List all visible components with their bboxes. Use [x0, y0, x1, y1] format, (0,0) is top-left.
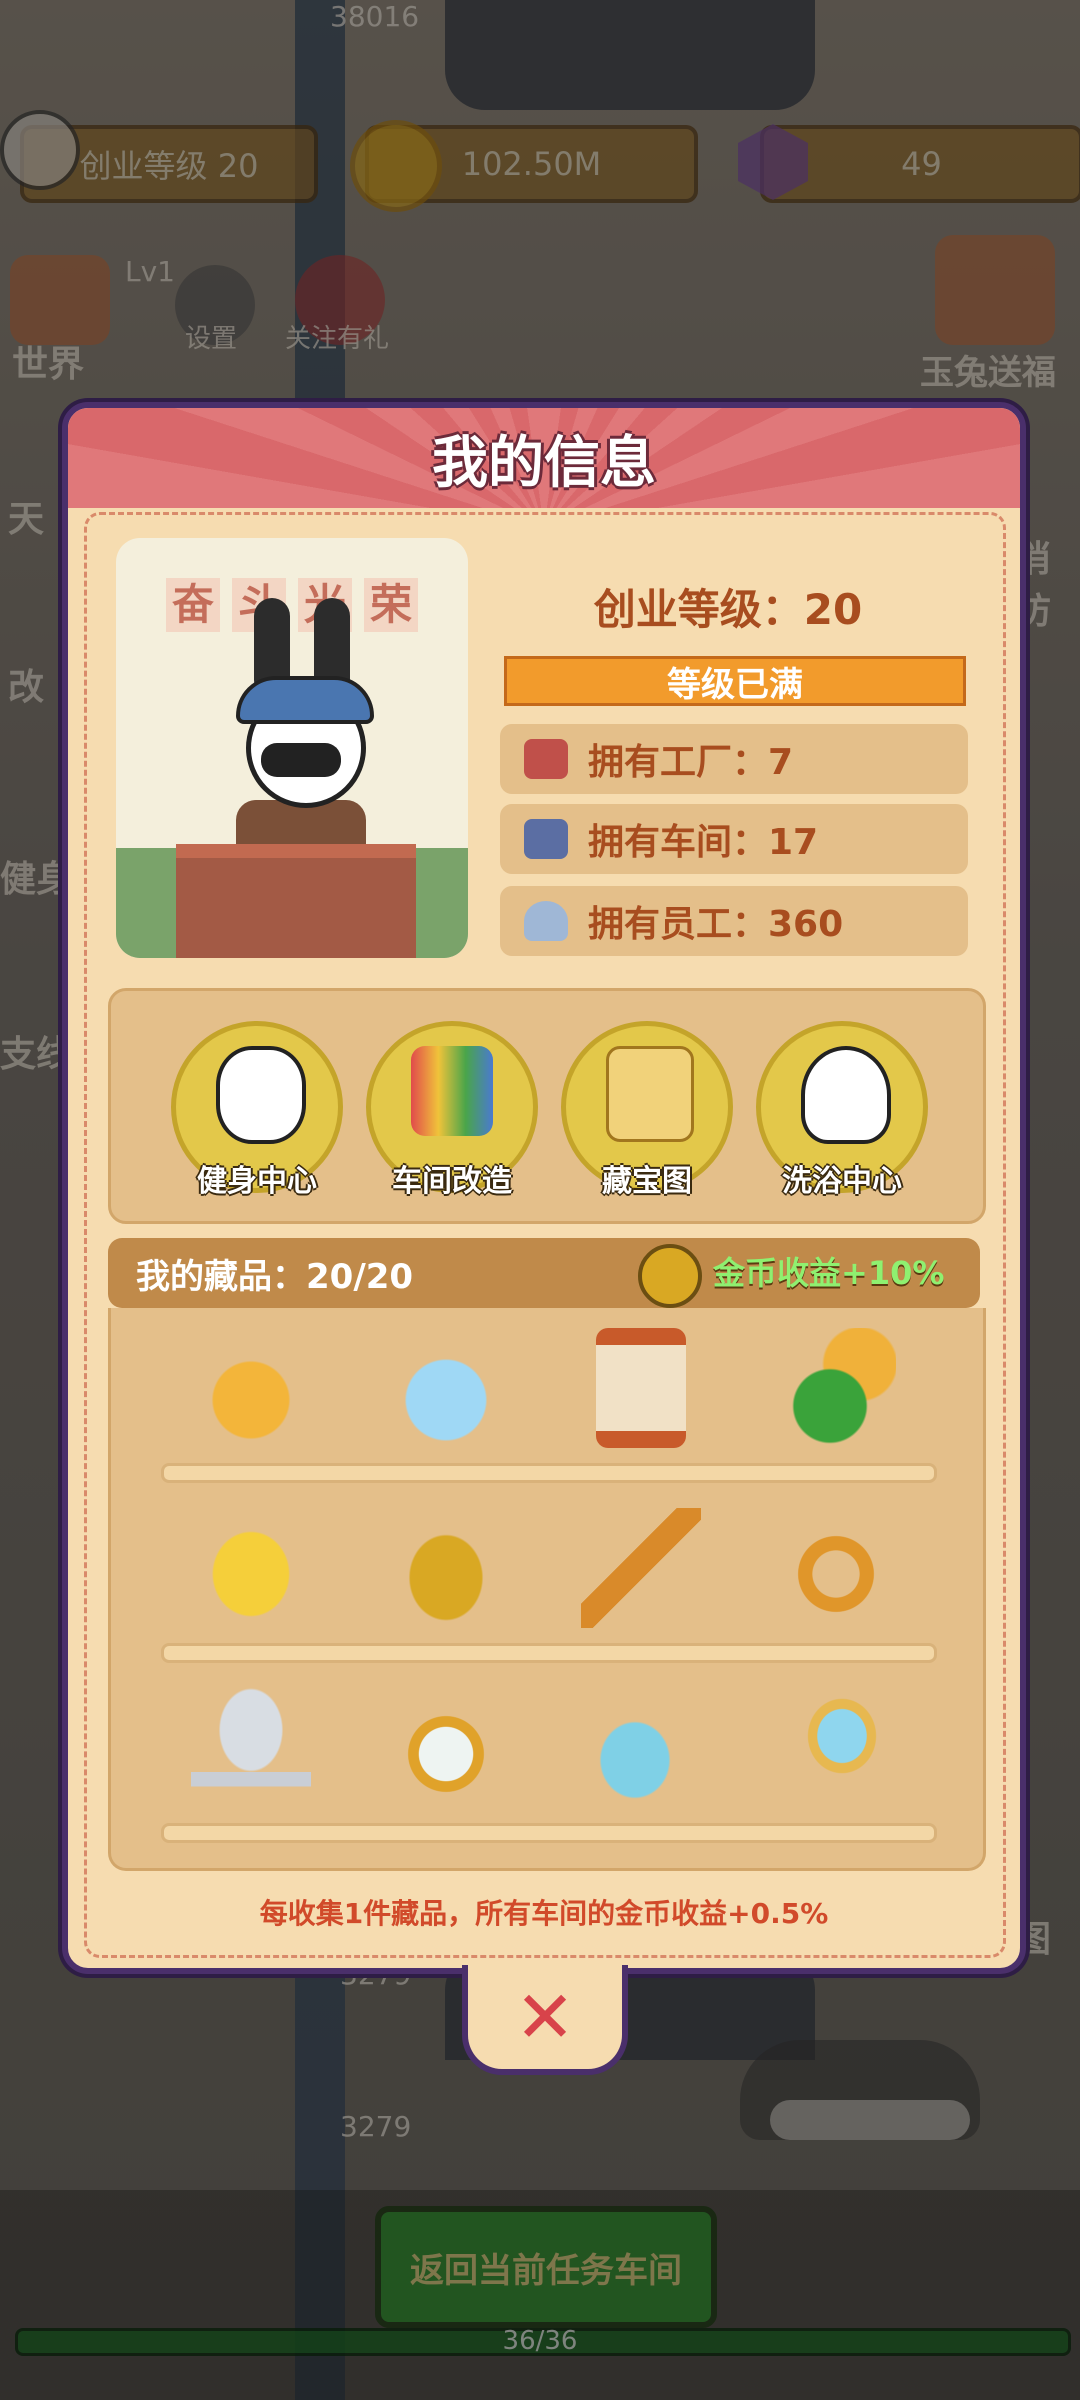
- close-button[interactable]: ✕: [462, 1965, 628, 2075]
- collection-shelf: [161, 1463, 937, 1483]
- hand-mirror-icon[interactable]: [776, 1688, 896, 1808]
- banner-char: 荣: [364, 578, 418, 632]
- my-info-dialog: 我的信息 奋 斗 光 荣 创业等级：20 等级已满 拥有工厂：7 拥有车间：17…: [62, 402, 1026, 1974]
- collection-footnote: 每收集1件藏品，所有车间的金币收益+0.5%: [259, 1897, 829, 1930]
- staff-icon: [524, 901, 568, 941]
- message-bottle-icon[interactable]: [581, 1688, 701, 1808]
- silver-trophy-icon[interactable]: [191, 1688, 311, 1808]
- feature-label: 藏宝图: [602, 1164, 692, 1199]
- stat-staff: 拥有员工：360: [500, 886, 968, 956]
- dialog-header: 我的信息: [68, 408, 1020, 508]
- dialog-title: 我的信息: [432, 430, 656, 496]
- feature-treasure-map[interactable]: 藏宝图: [561, 1021, 733, 1199]
- banner-char: 奋: [166, 578, 220, 632]
- pocket-watch-icon[interactable]: [386, 1688, 506, 1808]
- feature-label: 洗浴中心: [782, 1164, 902, 1199]
- collection-grid: [108, 1308, 986, 1871]
- hourglass-icon[interactable]: [596, 1328, 686, 1448]
- close-icon: ✕: [514, 1975, 576, 2059]
- coin-icon: [638, 1244, 702, 1308]
- collection-header: 我的藏品：20/20 金币收益+10%: [108, 1238, 980, 1308]
- player-portrait: 奋 斗 光 荣: [116, 538, 468, 958]
- stat-workshops-label: 拥有车间：17: [588, 822, 819, 863]
- treasure-map-icon: [606, 1046, 694, 1142]
- fitness-rabbit-icon: [216, 1046, 306, 1144]
- stat-staff-label: 拥有员工：360: [588, 904, 844, 945]
- feature-label: 车间改造: [392, 1164, 512, 1199]
- feature-panel: 健身中心 车间改造 藏宝图 洗浴中心: [108, 988, 986, 1224]
- paint-roller-icon: [411, 1046, 493, 1136]
- business-level-text: 创业等级：20: [593, 585, 863, 634]
- portrait-banner: 奋 斗 光 荣: [116, 578, 468, 632]
- feature-bath-center[interactable]: 洗浴中心: [756, 1021, 928, 1199]
- workshop-icon: [524, 819, 568, 859]
- golden-egg-icon[interactable]: [191, 1508, 311, 1628]
- rabbit-mask: [261, 743, 341, 777]
- golden-shovel-icon[interactable]: [581, 1508, 701, 1628]
- level-max-badge: 等级已满: [504, 656, 966, 706]
- jeweled-vase-icon[interactable]: [386, 1508, 506, 1628]
- feature-label: 健身中心: [197, 1164, 317, 1199]
- stat-factories: 拥有工厂：7: [500, 724, 968, 794]
- feature-workshop-renovation[interactable]: 车间改造: [366, 1021, 538, 1199]
- factory-icon: [524, 739, 568, 779]
- stat-workshops: 拥有车间：17: [500, 804, 968, 874]
- portrait-desk: [176, 844, 416, 958]
- crystal-swans-icon[interactable]: [386, 1328, 506, 1448]
- stat-factories-label: 拥有工厂：7: [588, 742, 794, 783]
- collection-shelf: [161, 1643, 937, 1663]
- cornucopia-icon[interactable]: [776, 1328, 896, 1448]
- bath-rabbit-icon: [801, 1046, 891, 1144]
- collection-shelf: [161, 1823, 937, 1843]
- collection-title: 我的藏品：20/20: [136, 1256, 414, 1297]
- golden-carrot-icon[interactable]: [191, 1328, 311, 1448]
- collection-bonus: 金币收益+10%: [713, 1254, 945, 1292]
- gold-ring-icon[interactable]: [776, 1508, 896, 1628]
- feature-fitness-center[interactable]: 健身中心: [171, 1021, 343, 1199]
- rabbit-cap: [236, 676, 374, 724]
